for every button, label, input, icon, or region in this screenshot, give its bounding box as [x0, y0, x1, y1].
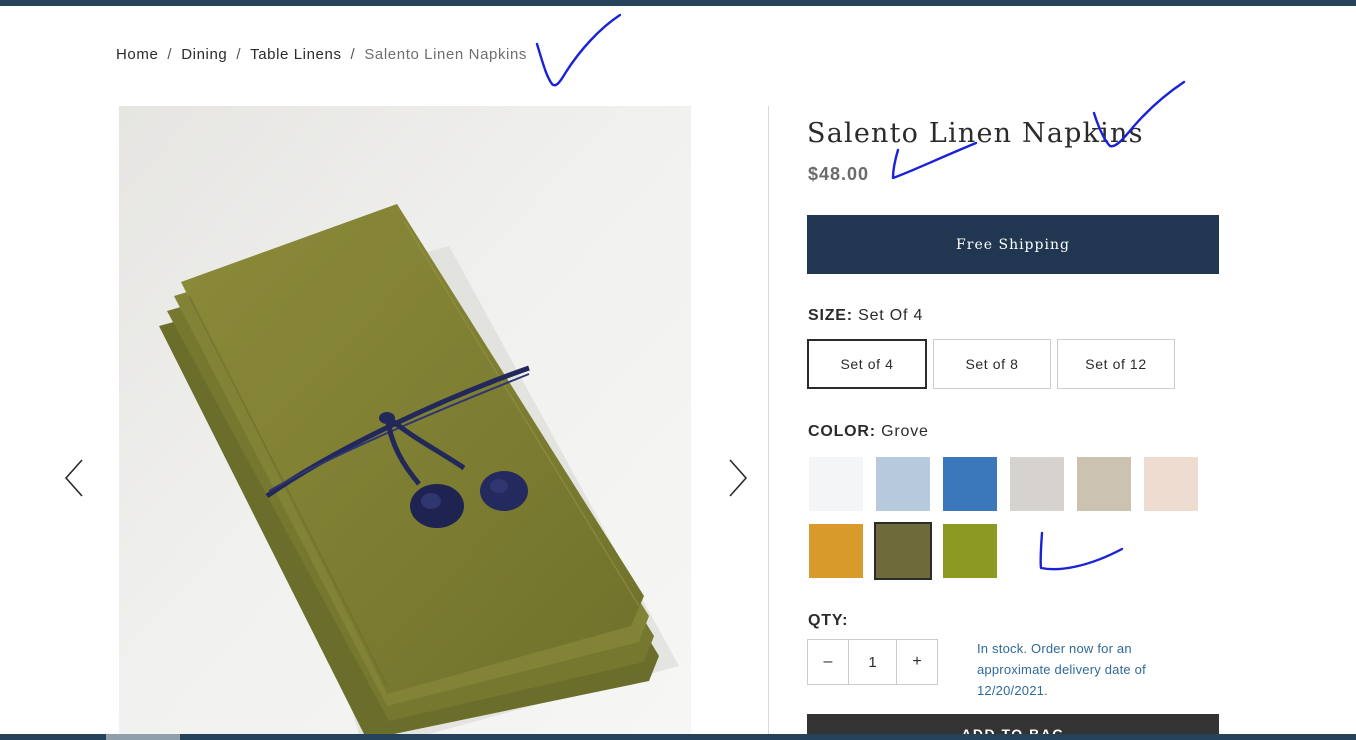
color-swatch[interactable]	[943, 457, 997, 511]
quantity-input[interactable]	[848, 640, 897, 684]
size-option-set-of-4[interactable]: Set of 4	[807, 339, 927, 389]
product-image	[119, 106, 691, 734]
breadcrumb-separator: /	[236, 46, 242, 63]
color-swatch[interactable]	[809, 457, 863, 511]
breadcrumb-dining[interactable]: Dining	[181, 46, 227, 63]
add-to-bag-button[interactable]: ADD TO BAG	[807, 714, 1219, 734]
column-divider	[768, 106, 769, 734]
color-swatch[interactable]	[1010, 457, 1064, 511]
quantity-decrement-button[interactable]: –	[808, 640, 848, 684]
color-swatch[interactable]	[809, 524, 863, 578]
color-swatch[interactable]	[1077, 457, 1131, 511]
carousel-next-arrow-icon[interactable]	[722, 456, 752, 500]
bottom-scrollbar-thumb[interactable]	[106, 734, 180, 740]
size-label-title: SIZE:	[808, 307, 853, 324]
color-selected-value: Grove	[881, 423, 929, 440]
breadcrumb: Home / Dining / Table Linens / Salento L…	[116, 46, 527, 63]
color-label-title: COLOR:	[808, 423, 876, 440]
quantity-stepper: – +	[807, 639, 938, 685]
product-price: $48.00	[808, 164, 870, 184]
stock-message: In stock. Order now for an approximate d…	[977, 641, 1146, 698]
color-swatch-selected[interactable]	[874, 522, 932, 580]
carousel-previous-arrow-icon[interactable]	[60, 456, 90, 500]
quantity-label: QTY:	[808, 612, 849, 629]
breadcrumb-table-linens[interactable]: Table Linens	[250, 46, 341, 63]
size-selected-value: Set Of 4	[858, 307, 924, 324]
breadcrumb-separator: /	[167, 46, 173, 63]
size-label: SIZE: Set Of 4	[808, 307, 923, 325]
breadcrumb-separator: /	[350, 46, 356, 63]
size-option-set-of-8[interactable]: Set of 8	[933, 339, 1051, 389]
free-shipping-banner: Free Shipping	[807, 215, 1219, 274]
color-label: COLOR: Grove	[808, 423, 929, 441]
bottom-scrollbar-track[interactable]	[0, 734, 1356, 740]
breadcrumb-home[interactable]: Home	[116, 46, 158, 63]
product-title: Salento Linen Napkins	[807, 118, 1144, 149]
breadcrumb-current: Salento Linen Napkins	[364, 46, 528, 63]
color-swatch[interactable]	[876, 457, 930, 511]
check-mark-swatches	[1039, 531, 1124, 571]
quantity-increment-button[interactable]: +	[897, 640, 937, 684]
color-swatch[interactable]	[1144, 457, 1198, 511]
check-mark-breadcrumb	[535, 13, 622, 87]
top-accent-bar	[0, 0, 1356, 6]
color-swatch[interactable]	[943, 524, 997, 578]
size-option-set-of-12[interactable]: Set of 12	[1057, 339, 1175, 389]
